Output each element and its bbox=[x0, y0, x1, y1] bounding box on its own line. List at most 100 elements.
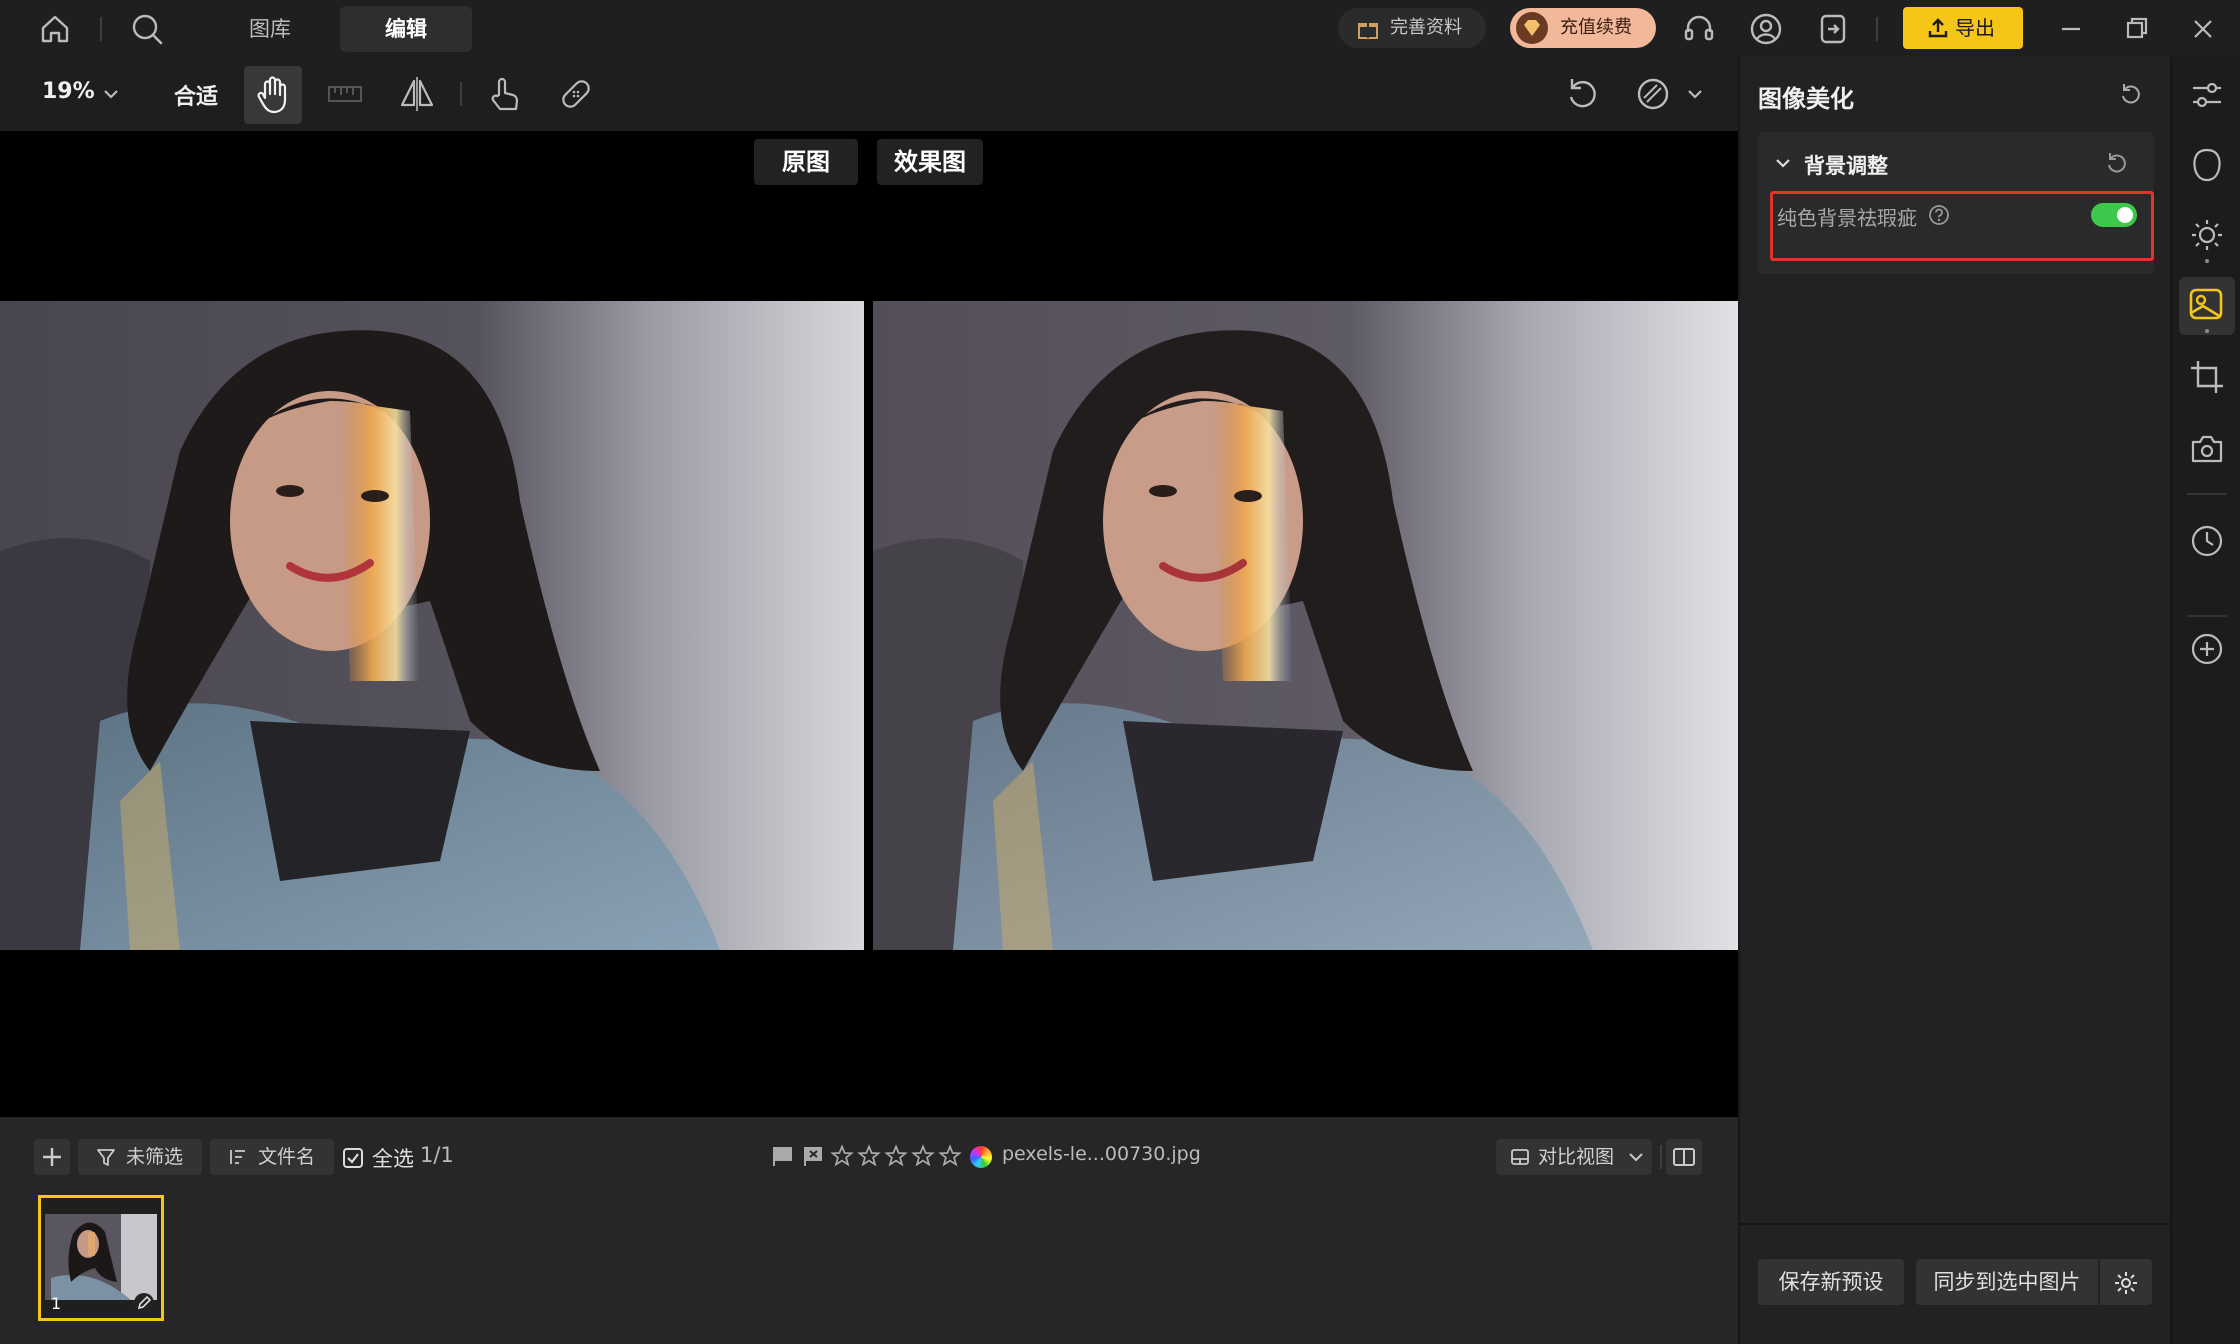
export-button[interactable]: 导出 bbox=[1903, 7, 2023, 49]
star-rating[interactable] bbox=[830, 1144, 970, 1168]
user-icon[interactable] bbox=[1747, 10, 1785, 48]
chevron-down-icon[interactable] bbox=[100, 83, 122, 105]
sort-icon bbox=[228, 1147, 248, 1167]
edited-icon bbox=[133, 1292, 155, 1314]
beautify-panel: 图像美化 背景调整 纯色背景祛瑕疵 保存新预设 同步到选中图片 bbox=[1738, 57, 2170, 1344]
toggle-knob bbox=[2117, 207, 2133, 223]
star-icon[interactable] bbox=[857, 1144, 881, 1168]
save-preset-button[interactable]: 保存新预设 bbox=[1758, 1259, 1904, 1305]
tab-edit[interactable]: 编辑 bbox=[340, 6, 472, 52]
compare-view-label: 对比视图 bbox=[1538, 1146, 1615, 1168]
adjust-sliders-icon[interactable] bbox=[2187, 75, 2227, 115]
flip-icon[interactable] bbox=[394, 71, 440, 117]
zoom-dropdown[interactable]: 19% bbox=[42, 79, 95, 104]
select-all-checkbox[interactable] bbox=[342, 1147, 364, 1169]
original-photo bbox=[0, 301, 864, 950]
upload-icon bbox=[1927, 17, 1949, 39]
star-icon[interactable] bbox=[911, 1144, 935, 1168]
light-icon[interactable] bbox=[2187, 215, 2227, 255]
divider bbox=[1660, 1145, 1662, 1169]
fit-button[interactable]: 合适 bbox=[174, 79, 218, 111]
reset-icon[interactable] bbox=[2116, 79, 2146, 109]
divider bbox=[2187, 493, 2227, 495]
section-title[interactable]: 背景调整 bbox=[1804, 150, 1888, 180]
sort-button[interactable]: 文件名 bbox=[210, 1139, 334, 1175]
chevron-down-icon[interactable] bbox=[1772, 152, 1794, 174]
edit-toolbar: 19% 合适 bbox=[0, 57, 1738, 131]
chevron-down-icon bbox=[1626, 1147, 1646, 1167]
complete-profile-button[interactable]: 完善资料 bbox=[1338, 8, 1486, 48]
file-name: pexels-le...00730.jpg bbox=[1002, 1143, 1201, 1165]
help-icon[interactable] bbox=[1927, 203, 1951, 227]
bandage-icon[interactable] bbox=[553, 71, 599, 117]
crop-icon[interactable] bbox=[2187, 357, 2227, 397]
recharge-button[interactable]: 充值续费 bbox=[1510, 8, 1656, 48]
split-view-button[interactable] bbox=[1666, 1139, 1702, 1175]
minimize-icon[interactable] bbox=[2052, 10, 2090, 48]
home-icon[interactable] bbox=[36, 10, 74, 48]
camera-icon[interactable] bbox=[2187, 429, 2227, 469]
star-icon[interactable] bbox=[830, 1144, 854, 1168]
option-toggle[interactable] bbox=[2091, 203, 2137, 227]
indicator-dot bbox=[2205, 329, 2209, 333]
compare-view-dropdown[interactable]: 对比视图 bbox=[1496, 1139, 1652, 1175]
thumbnail-index: 1 bbox=[51, 1294, 62, 1313]
face-icon[interactable] bbox=[2187, 145, 2227, 185]
history-icon[interactable] bbox=[2187, 521, 2227, 561]
divider bbox=[460, 82, 462, 106]
ruler-icon[interactable] bbox=[322, 71, 368, 117]
sync-selected-button[interactable]: 同步到选中图片 bbox=[1916, 1259, 2098, 1305]
hand-tool-icon[interactable] bbox=[244, 66, 302, 124]
top-bar: 图库 编辑 完善资料 充值续费 导出 bbox=[0, 0, 2240, 57]
diamond-icon bbox=[1516, 12, 1548, 44]
compare-view-icon bbox=[1510, 1147, 1530, 1167]
export-label: 导出 bbox=[1955, 16, 1995, 40]
divider bbox=[2187, 615, 2227, 617]
restore-icon[interactable] bbox=[2118, 10, 2156, 48]
chevron-down-icon[interactable] bbox=[1684, 83, 1706, 105]
add-tool-icon[interactable] bbox=[2187, 629, 2227, 669]
tool-rail bbox=[2170, 57, 2240, 1344]
beautify-tool-icon[interactable] bbox=[2179, 277, 2235, 335]
indicator-dot bbox=[2205, 259, 2209, 263]
original-view-label[interactable]: 原图 bbox=[754, 139, 858, 185]
divider bbox=[1740, 1223, 2170, 1225]
option-label: 纯色背景祛瑕疵 bbox=[1777, 206, 1917, 230]
flag-reject-icon[interactable] bbox=[802, 1145, 824, 1167]
image-thumbnail[interactable]: 1 bbox=[38, 1195, 164, 1321]
filmstrip-bar: 未筛选 文件名 全选 1/1 pexels-le...00730.jpg 对比视… bbox=[0, 1117, 1738, 1344]
effect-view-label[interactable]: 效果图 bbox=[877, 139, 983, 185]
section-reset-icon[interactable] bbox=[2102, 148, 2132, 178]
star-icon[interactable] bbox=[884, 1144, 908, 1168]
star-icon[interactable] bbox=[938, 1144, 962, 1168]
headset-icon[interactable] bbox=[1680, 10, 1718, 48]
highlight-box: 纯色背景祛瑕疵 bbox=[1770, 191, 2154, 261]
filter-icon bbox=[96, 1147, 116, 1167]
image-canvas[interactable]: 原图 效果图 bbox=[0, 131, 1738, 1117]
touch-icon[interactable] bbox=[480, 71, 526, 117]
filter-label: 未筛选 bbox=[126, 1146, 184, 1168]
add-image-button[interactable] bbox=[34, 1139, 70, 1175]
overlay-icon[interactable] bbox=[1630, 71, 1676, 117]
undo-icon[interactable] bbox=[1560, 71, 1606, 117]
divider bbox=[1876, 17, 1878, 41]
search-icon[interactable] bbox=[128, 10, 166, 48]
select-all-label[interactable]: 全选 bbox=[372, 1143, 414, 1173]
close-icon[interactable] bbox=[2184, 10, 2222, 48]
gear-icon bbox=[2113, 1270, 2139, 1296]
effect-photo bbox=[873, 301, 1738, 950]
selection-count: 1/1 bbox=[420, 1143, 454, 1167]
gift-icon bbox=[1356, 17, 1380, 41]
divider bbox=[100, 17, 102, 41]
flag-pick-icon[interactable] bbox=[772, 1145, 794, 1167]
panel-title: 图像美化 bbox=[1758, 85, 1854, 113]
filter-button[interactable]: 未筛选 bbox=[78, 1139, 202, 1175]
sort-label: 文件名 bbox=[258, 1146, 316, 1168]
recharge-label: 充值续费 bbox=[1560, 17, 1632, 38]
sign-in-icon[interactable] bbox=[1814, 10, 1852, 48]
color-label-icon[interactable] bbox=[970, 1146, 992, 1168]
complete-profile-label: 完善资料 bbox=[1390, 17, 1462, 38]
tab-library[interactable]: 图库 bbox=[220, 6, 320, 52]
zoom-value: 19% bbox=[42, 79, 95, 104]
sync-settings-button[interactable] bbox=[2100, 1259, 2152, 1305]
